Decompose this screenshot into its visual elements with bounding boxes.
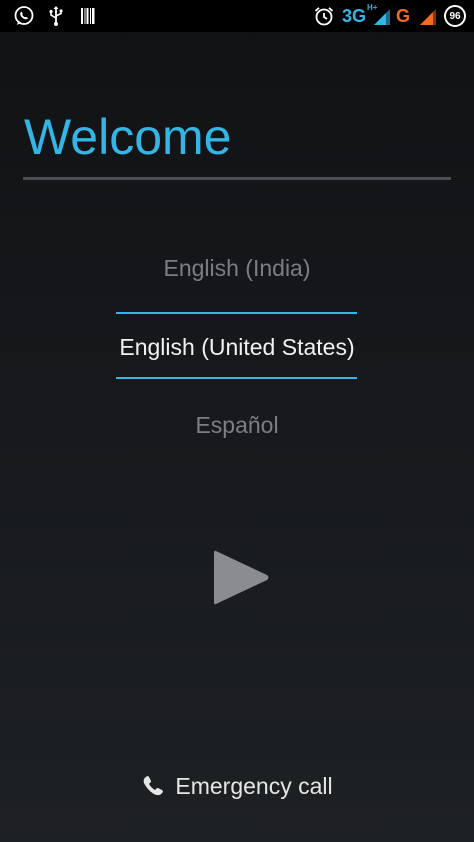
title-divider [23, 177, 451, 180]
barcode-icon [79, 4, 97, 28]
selection-divider-bottom [116, 377, 357, 379]
selection-divider-top [116, 312, 357, 314]
alarm-icon [312, 4, 336, 28]
status-bar: 3G H+ G 96 [0, 0, 474, 32]
network-type-secondary: G [396, 6, 411, 26]
next-button[interactable] [195, 535, 279, 619]
language-option-english-united-states[interactable]: English (United States) [0, 332, 474, 362]
signal-g-icon [418, 4, 438, 28]
emergency-call-label: Emergency call [175, 773, 333, 799]
phone-icon [144, 776, 164, 796]
signal-3g-icon [372, 4, 392, 28]
usb-icon [46, 4, 66, 28]
emergency-call-button[interactable]: Emergency call [0, 768, 474, 804]
whatsapp-icon [12, 4, 36, 28]
language-option-english-india[interactable]: English (India) [0, 253, 474, 283]
battery-level: 96 [449, 10, 461, 22]
battery-indicator: 96 [444, 5, 466, 27]
language-option-espanol[interactable]: Español [0, 410, 474, 440]
play-arrow-icon [214, 550, 269, 605]
network-type-primary: 3G [342, 6, 367, 26]
page-title: Welcome [24, 109, 232, 165]
